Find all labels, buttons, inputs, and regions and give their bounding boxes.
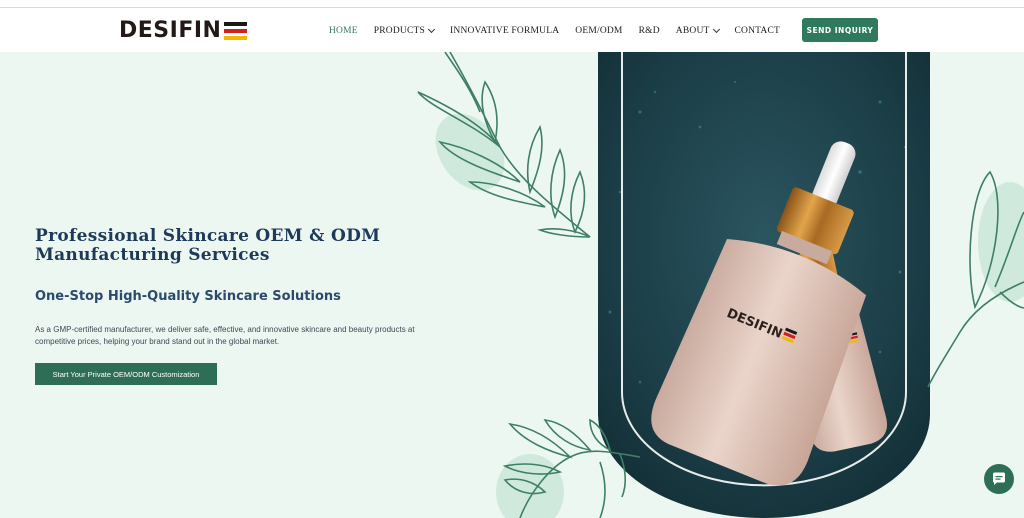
chevron-down-icon (427, 25, 436, 33)
browser-top-strip (0, 0, 1024, 8)
nav-item-oem-odm[interactable]: OEM/ODM (575, 26, 622, 36)
site-header: DESIFIN HOME PRODUCTS INNOVATIVE FORMULA… (0, 9, 1024, 52)
hero-artwork: DESIFIN DESIFIN (417, 52, 1024, 518)
nav-item-label: HOME (329, 25, 358, 36)
nav-item-home[interactable]: HOME (329, 26, 358, 36)
nav-item-label: ABOUT (675, 25, 710, 36)
flag-icon (224, 22, 248, 40)
flag-stripe-black (224, 22, 248, 26)
site-logo[interactable]: DESIFIN (119, 18, 248, 43)
nav-item-label: PRODUCTS (373, 25, 426, 36)
nav-item-products[interactable]: PRODUCTS (373, 25, 436, 36)
hero-description: As a GMP-certified manufacturer, we deli… (35, 325, 415, 346)
nav-item-contact[interactable]: CONTACT (735, 26, 781, 36)
nav-item-label: OEM/ODM (575, 25, 623, 36)
nav-item-rnd[interactable]: R&D (639, 26, 660, 36)
chat-bubble-icon (993, 472, 1005, 485)
nav-item-label: R&D (638, 25, 660, 36)
nav-item-innovative-formula[interactable]: INNOVATIVE FORMULA (450, 26, 559, 36)
logo-text: DESIFIN (119, 18, 222, 43)
chevron-down-icon (712, 25, 720, 33)
hero-section: DESIFIN DESIFIN Professional Skincare OE… (0, 52, 1024, 518)
chat-button[interactable] (984, 464, 1014, 494)
hero-subtitle: One-Stop High-Quality Skincare Solutions (35, 289, 341, 304)
main-nav: HOME PRODUCTS INNOVATIVE FORMULA OEM/ODM… (329, 9, 796, 52)
nav-item-label: INNOVATIVE FORMULA (450, 25, 560, 36)
start-customization-button[interactable]: Start Your Private OEM/ODM Customization (35, 363, 217, 385)
send-inquiry-button[interactable]: SEND INQUIRY (802, 18, 878, 42)
nav-item-about[interactable]: ABOUT (675, 25, 720, 36)
nav-item-label: CONTACT (734, 25, 781, 36)
flag-stripe-red (224, 29, 248, 33)
flag-stripe-gold (224, 36, 248, 40)
hero-title: Professional Skincare OEM & ODM Manufact… (35, 226, 381, 265)
